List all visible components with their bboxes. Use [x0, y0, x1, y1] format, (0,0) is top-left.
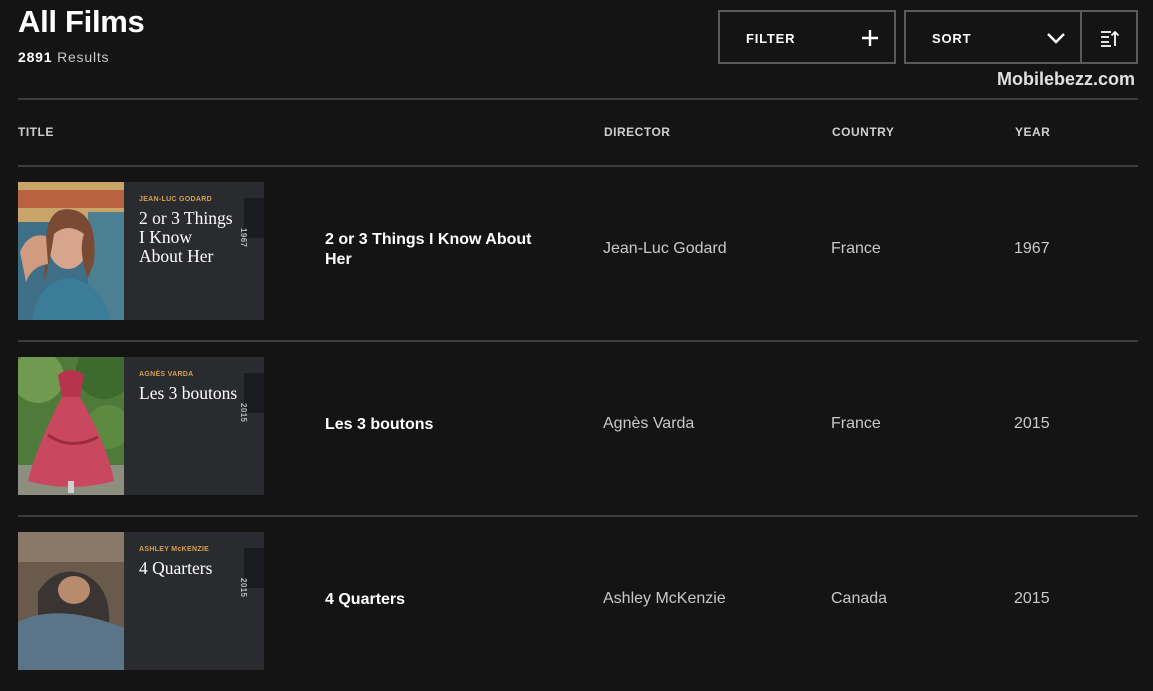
film-still-image — [18, 532, 124, 670]
column-header-country[interactable]: COUNTRY — [832, 125, 894, 139]
filter-label: FILTER — [746, 31, 796, 46]
column-header-director[interactable]: DIRECTOR — [604, 125, 670, 139]
film-thumbnail[interactable]: ASHLEY McKENZIE 4 Quarters 2015 — [18, 532, 264, 670]
film-row[interactable]: JEAN-LUC GODARD 2 or 3 Things I Know Abo… — [0, 166, 1153, 341]
film-thumbnail[interactable]: JEAN-LUC GODARD 2 or 3 Things I Know Abo… — [18, 182, 264, 320]
results-count: 2891 Results — [18, 49, 109, 65]
film-title-card: JEAN-LUC GODARD 2 or 3 Things I Know Abo… — [124, 182, 264, 320]
card-year: 2015 — [239, 578, 248, 598]
film-year: 1967 — [1014, 240, 1050, 257]
card-title: 2 or 3 Things I Know About Her — [139, 208, 233, 266]
film-title-link[interactable]: Les 3 boutons — [325, 415, 555, 435]
watermark: Mobilebezz.com — [996, 69, 1135, 89]
film-title-card: AGNÈS VARDA Les 3 boutons 2015 — [124, 357, 264, 495]
results-number: 2891 — [18, 49, 53, 65]
filter-button[interactable]: FILTER — [718, 10, 896, 64]
card-year: 1967 — [239, 228, 248, 248]
film-title-link[interactable]: 2 or 3 Things I Know About Her — [325, 230, 555, 270]
film-thumbnail[interactable]: AGNÈS VARDA Les 3 boutons 2015 — [18, 357, 264, 495]
film-country: France — [831, 240, 881, 257]
sort-button[interactable]: SORT — [904, 10, 1082, 64]
sort-order-button[interactable] — [1080, 10, 1138, 64]
card-year-tab: 2015 — [239, 373, 264, 422]
film-director: Jean-Luc Godard — [603, 240, 727, 257]
card-year: 2015 — [239, 403, 248, 423]
film-country: Canada — [831, 590, 888, 607]
film-title-link[interactable]: 4 Quarters — [325, 590, 555, 610]
plus-icon — [860, 28, 880, 53]
chevron-down-icon — [1046, 30, 1066, 51]
film-still-image — [18, 357, 124, 495]
film-director: Ashley McKenzie — [603, 590, 726, 607]
film-row[interactable]: ASHLEY McKENZIE 4 Quarters 2015 4 Quarte… — [0, 516, 1153, 691]
card-title: Les 3 boutons — [139, 383, 238, 403]
film-director: Agnès Varda — [603, 415, 695, 432]
card-year-tab: 2015 — [239, 548, 264, 597]
card-director: AGNÈS VARDA — [139, 371, 194, 378]
sort-order-icon — [1100, 29, 1120, 52]
film-country: France — [831, 415, 881, 432]
sort-label: SORT — [932, 31, 972, 46]
film-row[interactable]: AGNÈS VARDA Les 3 boutons 2015 Les 3 bou… — [0, 341, 1153, 516]
page-title: All Films — [18, 4, 145, 39]
card-title: 4 Quarters — [139, 558, 213, 578]
card-year-tab: 1967 — [239, 198, 264, 247]
column-header-title[interactable]: TITLE — [18, 125, 54, 139]
results-label: Results — [57, 49, 110, 65]
film-still-image — [18, 182, 124, 320]
film-year: 2015 — [1014, 590, 1050, 607]
film-year: 2015 — [1014, 415, 1050, 432]
film-title-card: ASHLEY McKENZIE 4 Quarters 2015 — [124, 532, 264, 670]
divider — [18, 98, 1138, 100]
card-director: JEAN-LUC GODARD — [139, 196, 212, 203]
column-header-year[interactable]: YEAR — [1015, 125, 1050, 139]
card-director: ASHLEY McKENZIE — [139, 546, 210, 553]
